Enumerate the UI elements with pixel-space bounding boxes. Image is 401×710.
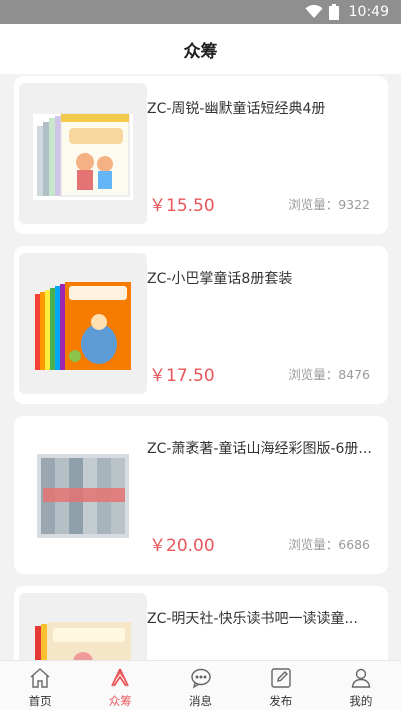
tab-label: 我的	[349, 694, 373, 708]
battery-icon	[328, 4, 339, 20]
book-set-image	[33, 113, 133, 200]
page-title: 众筹	[183, 41, 218, 62]
message-icon	[190, 668, 211, 689]
tab-label: 众筹	[108, 694, 132, 708]
product-title[interactable]: ZC-萧袤著-童话山海经彩图版-6册...	[147, 438, 379, 458]
product-price: ￥15.50	[149, 196, 215, 216]
tab-label: 消息	[189, 694, 212, 708]
crowdfund-icon	[111, 668, 130, 687]
wifi-icon	[305, 5, 323, 18]
product-title[interactable]: ZC-小巴掌童话8册套装	[147, 268, 379, 288]
home-icon	[30, 668, 50, 688]
bottom-tab-bar: 首页 众筹 消息 发布 我的	[0, 660, 401, 710]
book-set-image	[35, 621, 131, 660]
book-set-image	[35, 281, 131, 370]
product-title[interactable]: ZC-周锐-幽默童话短经典4册	[147, 98, 379, 118]
profile-icon	[351, 668, 371, 688]
product-thumbnail	[19, 253, 147, 394]
product-thumbnail	[19, 593, 147, 660]
book-set-image	[37, 453, 129, 538]
tab-crowdfund[interactable]: 众筹	[80, 661, 160, 710]
product-thumbnail	[19, 83, 147, 224]
publish-icon	[271, 668, 291, 688]
product-views: 浏览量：8476	[288, 367, 370, 382]
status-icons	[305, 4, 339, 20]
product-views: 浏览量：6686	[288, 537, 370, 552]
tab-publish[interactable]: 发布	[241, 661, 321, 710]
product-price: ￥20.00	[149, 536, 215, 556]
status-bar: 10:49	[0, 0, 401, 24]
product-card[interactable]: ZC-萧袤著-童话山海经彩图版-6册... ￥20.00 浏览量：6686	[14, 416, 388, 574]
product-card[interactable]: ZC-小巴掌童话8册套装 ￥17.50 浏览量：8476	[14, 246, 388, 404]
tab-messages[interactable]: 消息	[160, 661, 240, 710]
app-header: 众筹	[0, 24, 401, 74]
tab-label: 发布	[269, 694, 293, 708]
product-thumbnail	[19, 423, 147, 564]
tab-profile[interactable]: 我的	[321, 661, 401, 710]
product-title[interactable]: ZC-明天社-快乐读书吧一读读童...	[147, 608, 379, 628]
status-time: 10:49	[348, 4, 389, 20]
product-views: 浏览量：9322	[288, 197, 370, 212]
tab-label: 首页	[28, 694, 52, 708]
product-card[interactable]: ZC-周锐-幽默童话短经典4册 ￥15.50 浏览量：9322	[14, 76, 388, 234]
tab-home[interactable]: 首页	[0, 661, 80, 710]
product-list[interactable]: ZC-周锐-幽默童话短经典4册 ￥15.50 浏览量：9322 ZC-小巴掌童话…	[0, 74, 401, 660]
product-price: ￥17.50	[149, 366, 215, 386]
product-card[interactable]: ZC-明天社-快乐读书吧一读读童...	[14, 586, 388, 660]
